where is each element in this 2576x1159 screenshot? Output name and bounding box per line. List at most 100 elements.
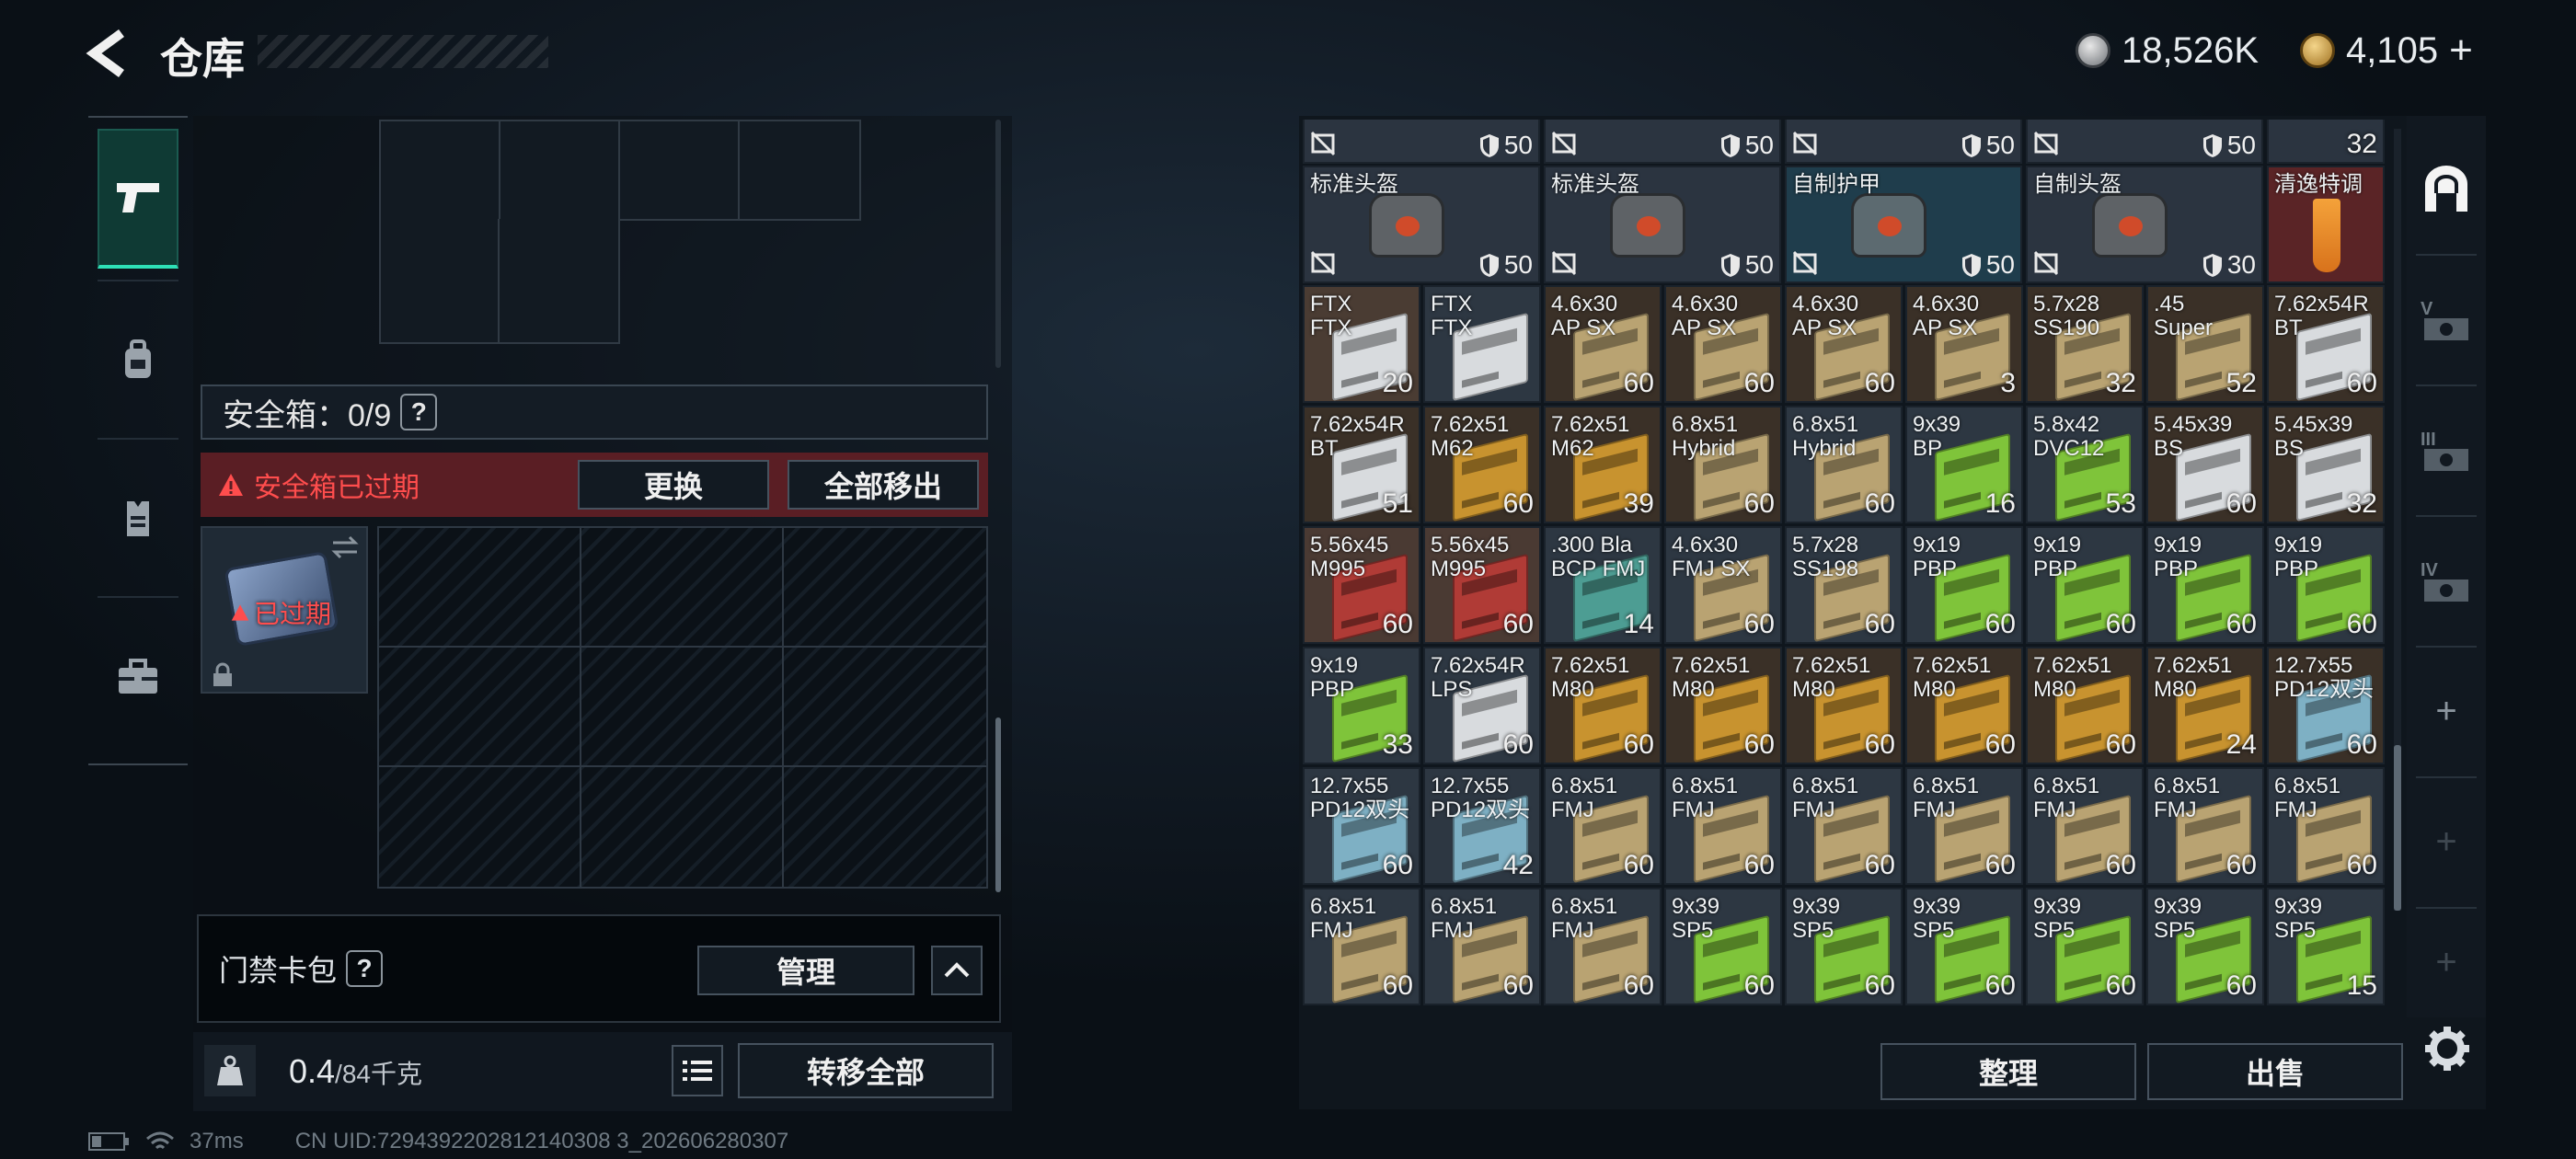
stash-page-1[interactable] bbox=[2407, 134, 2486, 243]
inventory-item[interactable]: 6.8x51 Hybrid 60 bbox=[1664, 406, 1782, 523]
sell-button[interactable]: 出售 bbox=[2147, 1043, 2403, 1100]
inventory-item[interactable]: 自制护甲 50 bbox=[1785, 166, 2022, 283]
inventory-item[interactable]: 5.7x28 SS190 32 bbox=[2026, 285, 2144, 403]
stash-page-3[interactable]: III bbox=[2407, 396, 2486, 504]
inventory-item[interactable]: 清逸特调 bbox=[2267, 166, 2385, 283]
inventory-item[interactable]: 6.8x51 FMJ 60 bbox=[2026, 767, 2144, 885]
inventory-item[interactable]: 7.62x51 M80 60 bbox=[1664, 647, 1782, 764]
settings-button[interactable] bbox=[2421, 1023, 2473, 1074]
inventory-item[interactable]: 标准头盔 50 bbox=[1303, 166, 1540, 283]
left-scroll-track[interactable] bbox=[995, 120, 1001, 368]
inventory-item[interactable]: 6.8x51 FMJ 60 bbox=[1303, 888, 1420, 1005]
inventory-item[interactable]: 标准头盔 50 bbox=[1544, 166, 1781, 283]
inventory-item[interactable]: 9x19 PBP 33 bbox=[1303, 647, 1420, 764]
left-scrollbar[interactable] bbox=[995, 717, 1001, 892]
inventory-item[interactable]: 5.45x39 BS 32 bbox=[2267, 406, 2385, 523]
swap-icon[interactable] bbox=[329, 535, 361, 559]
collapse-button[interactable] bbox=[931, 946, 983, 995]
weight-icon bbox=[204, 1045, 256, 1096]
inventory-item[interactable]: 自制头盔 30 bbox=[2026, 166, 2263, 283]
inventory-item[interactable]: 7.62x51 M62 60 bbox=[1423, 406, 1541, 523]
inventory-item[interactable]: 5.56x45 M995 60 bbox=[1303, 526, 1420, 644]
inventory-item[interactable]: 4.6x30 AP SX 60 bbox=[1664, 285, 1782, 403]
inventory-item[interactable]: 6.8x51 FMJ 60 bbox=[1544, 767, 1662, 885]
inventory-item[interactable]: 7.62x51 M80 60 bbox=[1785, 647, 1903, 764]
manage-button[interactable]: 管理 bbox=[697, 946, 914, 995]
no-durability-icon bbox=[2033, 250, 2059, 276]
inventory-item[interactable]: 7.62x54R LPS 60 bbox=[1423, 647, 1541, 764]
transfer-all-button[interactable]: 转移全部 bbox=[738, 1043, 994, 1098]
inventory-item[interactable]: 9x19 PBP 60 bbox=[2267, 526, 2385, 644]
add-gold-button[interactable]: + bbox=[2449, 28, 2473, 74]
inventory-item[interactable]: 5.8x42 DVC12 53 bbox=[2026, 406, 2144, 523]
inventory-item[interactable]: 12.7x55 PD12双头 60 bbox=[1303, 767, 1420, 885]
tab-weapons[interactable] bbox=[98, 129, 178, 269]
replace-button[interactable]: 更换 bbox=[578, 460, 769, 510]
inventory-item[interactable]: 50 bbox=[1303, 120, 1540, 164]
inventory-item[interactable]: 7.62x51 M80 24 bbox=[2146, 647, 2264, 764]
inventory-item[interactable]: 6.8x51 FMJ 60 bbox=[1544, 888, 1662, 1005]
inventory-item[interactable]: .45 Super 52 bbox=[2146, 285, 2264, 403]
inventory-item[interactable]: 7.62x51 M80 60 bbox=[1544, 647, 1662, 764]
back-icon[interactable] bbox=[85, 28, 131, 79]
inventory-item[interactable]: 5.7x28 SS198 60 bbox=[1785, 526, 1903, 644]
inventory-item[interactable]: 9x39 SP5 60 bbox=[2146, 888, 2264, 1005]
inventory-item[interactable]: 9x19 PBP 60 bbox=[2146, 526, 2264, 644]
item-name: .45 Super bbox=[2154, 292, 2214, 340]
keypack-help-button[interactable]: ? bbox=[346, 950, 384, 987]
inventory-item[interactable]: 12.7x55 PD12双头 60 bbox=[2267, 647, 2385, 764]
sort-button[interactable]: 整理 bbox=[1880, 1043, 2136, 1100]
tab-toolbox[interactable] bbox=[98, 607, 178, 747]
stash-scrollbar[interactable] bbox=[2394, 745, 2401, 911]
inventory-item[interactable]: 9x39 SP5 60 bbox=[1664, 888, 1782, 1005]
shield-icon bbox=[1720, 254, 1740, 277]
inventory-item[interactable]: 50 bbox=[1785, 120, 2022, 164]
inventory-item[interactable]: 9x39 SP5 60 bbox=[1785, 888, 1903, 1005]
tab-vest[interactable] bbox=[98, 449, 178, 589]
inventory-item[interactable]: 6.8x51 FMJ 60 bbox=[2267, 767, 2385, 885]
inventory-item[interactable]: 4.6x30 AP SX 60 bbox=[1544, 285, 1662, 403]
list-view-button[interactable] bbox=[672, 1045, 723, 1096]
inventory-item[interactable]: 50 bbox=[1544, 120, 1781, 164]
gold-currency[interactable]: 4,105 + bbox=[2300, 24, 2473, 77]
tab-backpack[interactable] bbox=[98, 291, 178, 430]
inventory-item[interactable]: .300 Bla BCP FMJ 14 bbox=[1544, 526, 1662, 644]
inventory-item[interactable]: 6.8x51 FMJ 60 bbox=[1423, 888, 1541, 1005]
inventory-item[interactable]: 12.7x55 PD12双头 42 bbox=[1423, 767, 1541, 885]
inventory-item[interactable]: 6.8x51 Hybrid 60 bbox=[1785, 406, 1903, 523]
inventory-item[interactable]: 7.62x54R BT 60 bbox=[2267, 285, 2385, 403]
inventory-item[interactable]: 5.56x45 M995 60 bbox=[1423, 526, 1541, 644]
locked-safe-grid bbox=[377, 526, 988, 889]
inventory-item[interactable]: 9x39 SP5 60 bbox=[2026, 888, 2144, 1005]
inventory-item[interactable]: FTX FTX bbox=[1423, 285, 1541, 403]
inventory-item[interactable]: 6.8x51 FMJ 60 bbox=[1905, 767, 2023, 885]
inventory-item[interactable]: 9x19 PBP 60 bbox=[2026, 526, 2144, 644]
inventory-item[interactable]: 9x39 BP 16 bbox=[1905, 406, 2023, 523]
inventory-item[interactable]: 50 bbox=[2026, 120, 2263, 164]
inventory-item[interactable]: 4.6x30 AP SX 60 bbox=[1785, 285, 1903, 403]
inventory-item[interactable]: 6.8x51 FMJ 60 bbox=[1785, 767, 1903, 885]
inventory-item[interactable]: 7.62x51 M62 39 bbox=[1544, 406, 1662, 523]
inventory-item[interactable]: 6.8x51 FMJ 60 bbox=[2146, 767, 2264, 885]
add-page-button[interactable]: + bbox=[2407, 657, 2486, 765]
inventory-item[interactable]: 32 bbox=[2267, 120, 2385, 164]
stash-scroll-track[interactable] bbox=[2394, 129, 2401, 911]
item-count: 60 bbox=[1743, 850, 1775, 880]
inventory-item[interactable]: FTX FTX 20 bbox=[1303, 285, 1420, 403]
safe-case-slot[interactable]: 已过期 bbox=[201, 526, 368, 694]
inventory-item[interactable]: 9x19 PBP 60 bbox=[1905, 526, 2023, 644]
inventory-item[interactable]: 7.62x51 M80 60 bbox=[1905, 647, 2023, 764]
inventory-item[interactable]: 4.6x30 AP SX 3 bbox=[1905, 285, 2023, 403]
inventory-item[interactable]: 6.8x51 FMJ 60 bbox=[1664, 767, 1782, 885]
move-all-out-button[interactable]: 全部移出 bbox=[788, 460, 979, 510]
item-count: 20 bbox=[1382, 368, 1413, 398]
inventory-item[interactable]: 9x39 SP5 60 bbox=[1905, 888, 2023, 1005]
stash-page-4[interactable]: IV bbox=[2407, 526, 2486, 635]
stash-page-2[interactable]: V bbox=[2407, 265, 2486, 373]
inventory-item[interactable]: 7.62x54R BT 51 bbox=[1303, 406, 1420, 523]
inventory-item[interactable]: 9x39 SP5 15 bbox=[2267, 888, 2385, 1005]
inventory-item[interactable]: 7.62x51 M80 60 bbox=[2026, 647, 2144, 764]
safe-help-button[interactable]: ? bbox=[400, 394, 438, 430]
inventory-item[interactable]: 4.6x30 FMJ SX 60 bbox=[1664, 526, 1782, 644]
inventory-item[interactable]: 5.45x39 BS 60 bbox=[2146, 406, 2264, 523]
